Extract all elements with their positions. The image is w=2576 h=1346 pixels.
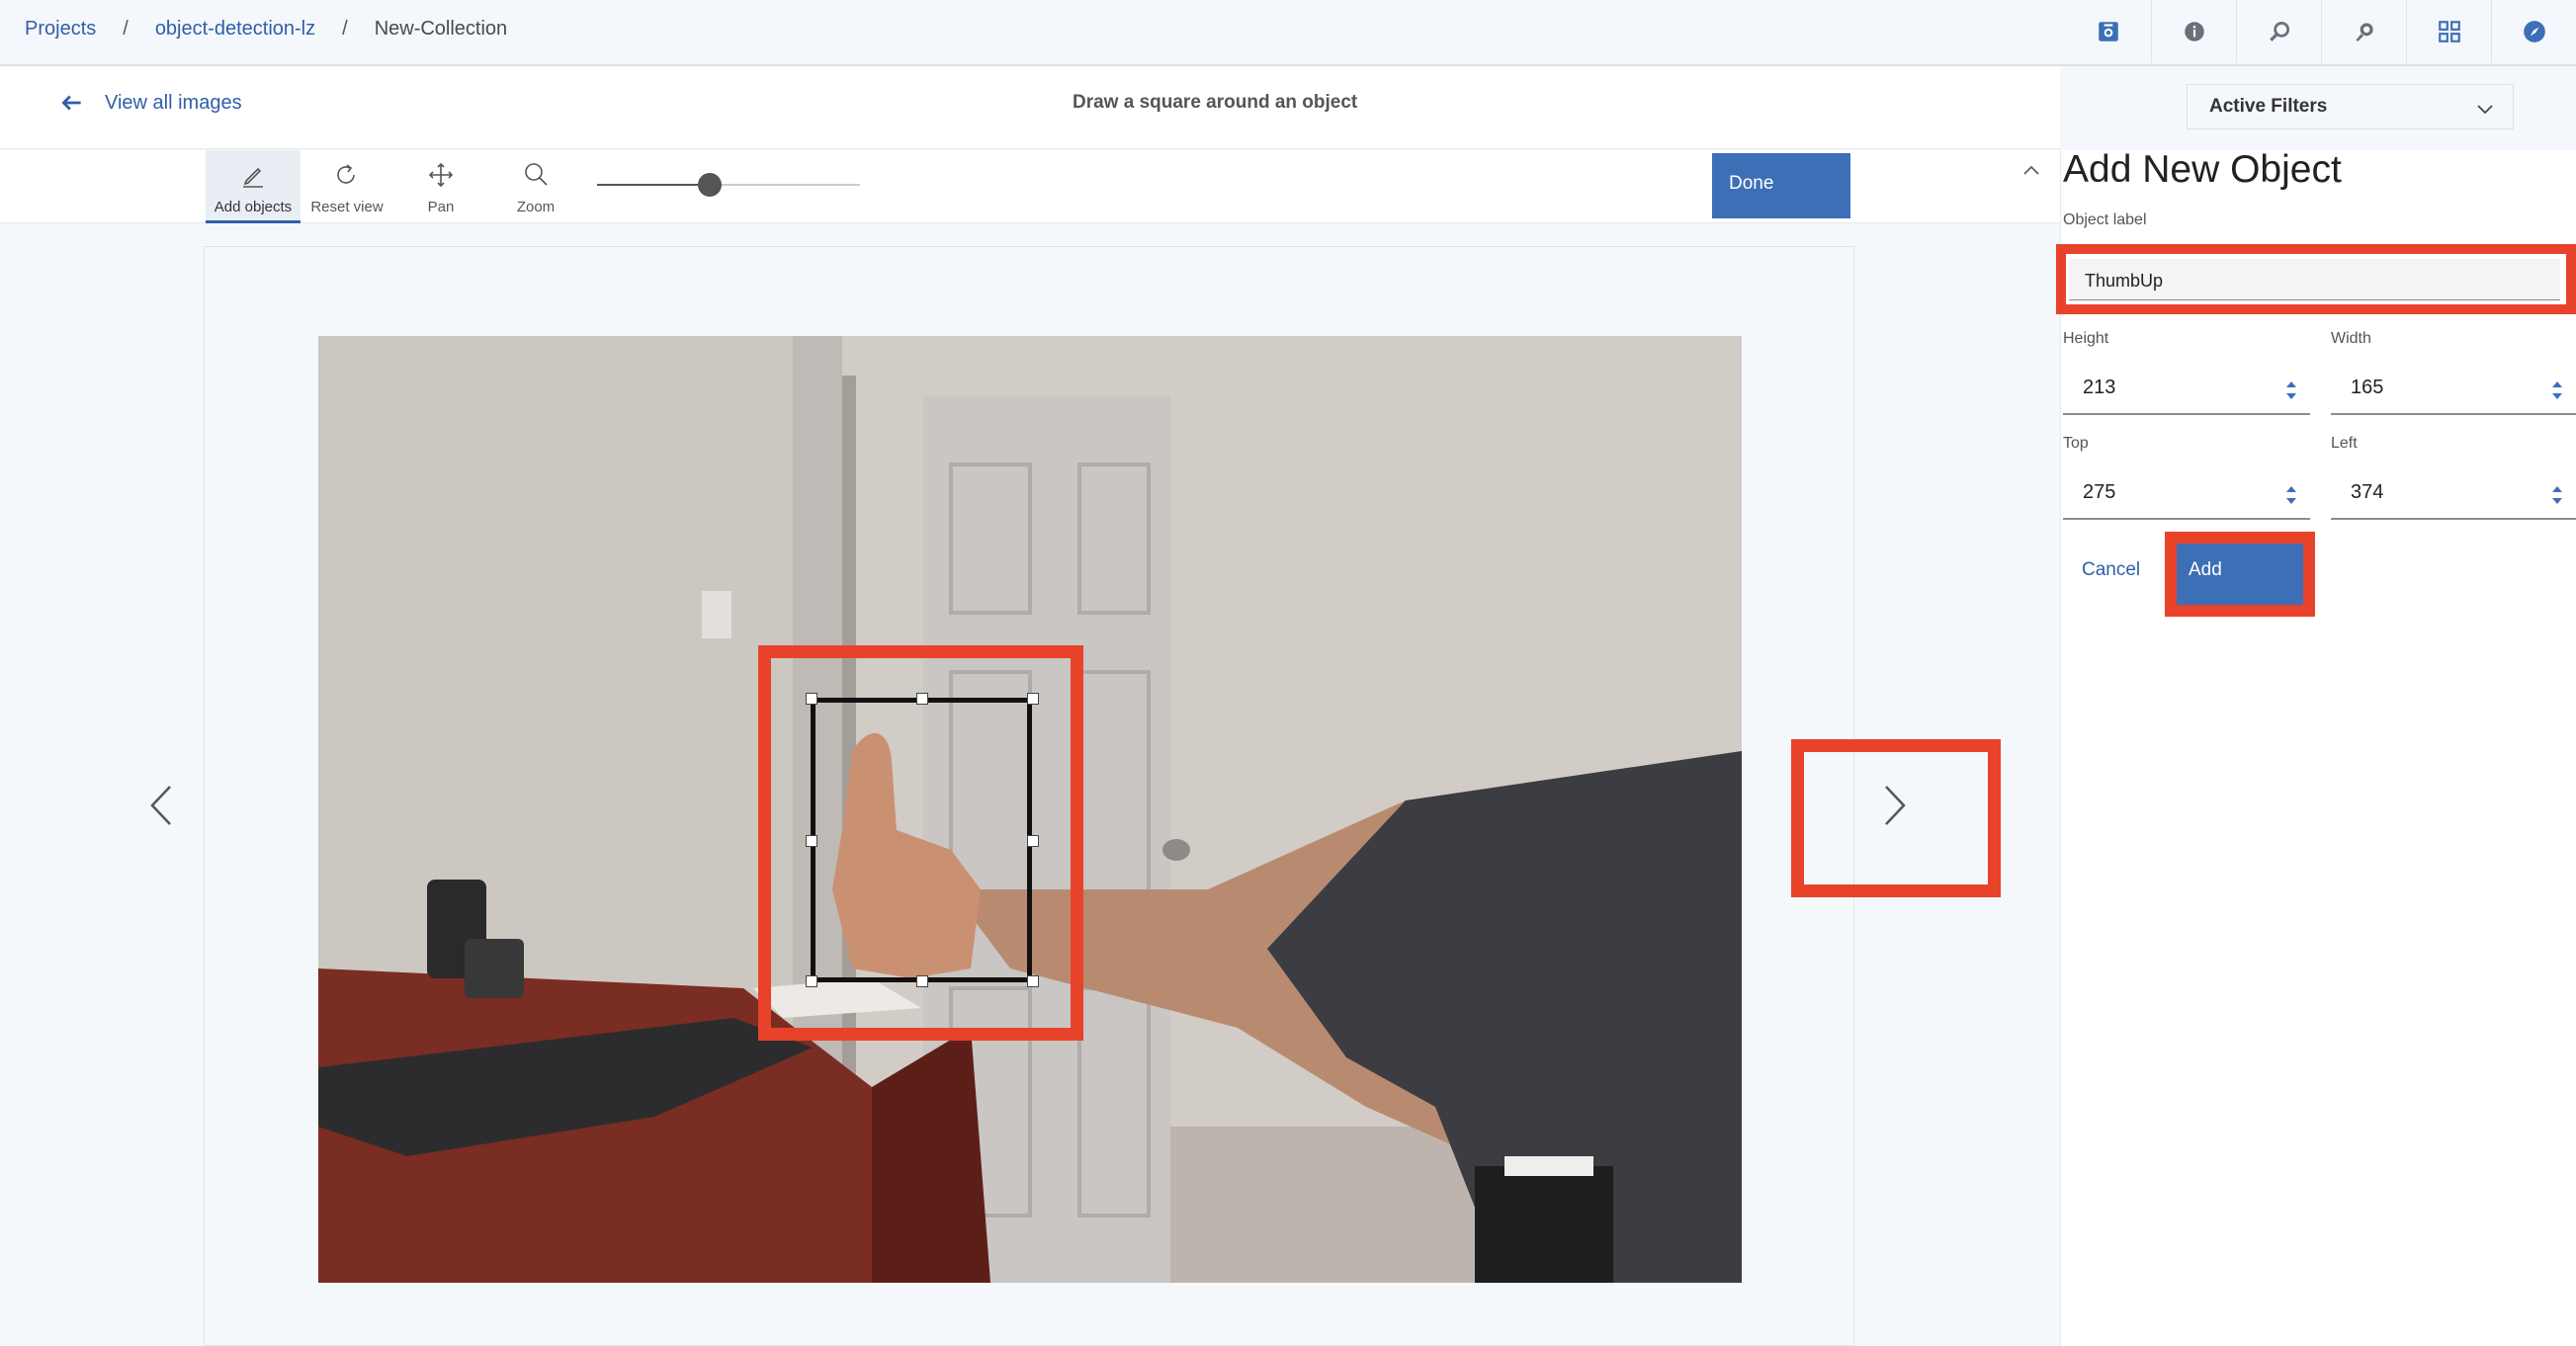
tool-add-objects[interactable]: Add objects [206, 150, 301, 223]
left-value: 374 [2351, 481, 2384, 503]
ideas-icon[interactable] [2321, 0, 2406, 63]
stepper-arrows-icon[interactable] [2550, 379, 2564, 401]
width-label: Width [2331, 330, 2371, 347]
top-value: 275 [2083, 481, 2116, 503]
zoom-slider-fill [597, 184, 711, 186]
left-label: Left [2331, 435, 2358, 452]
move-icon [428, 162, 454, 188]
compass-icon[interactable] [2491, 0, 2576, 63]
tool-reset-view[interactable]: Reset view [300, 150, 394, 223]
height-value: 213 [2083, 377, 2116, 398]
breadcrumb-collection: New-Collection [374, 18, 508, 40]
object-label-input[interactable]: ThumbUp [2069, 259, 2560, 300]
resize-handle-top-left[interactable] [806, 693, 817, 705]
next-image-icon[interactable] [1880, 783, 1910, 828]
left-field[interactable]: 374 [2331, 464, 2576, 520]
top-label: Top [2063, 435, 2089, 452]
resize-handle-right[interactable] [1027, 835, 1039, 847]
search-icon[interactable] [2236, 0, 2321, 63]
info-icon[interactable] [2151, 0, 2236, 63]
stepper-arrows-icon[interactable] [2284, 484, 2298, 506]
chevron-down-icon [2477, 105, 2493, 115]
tool-label: Reset view [310, 199, 384, 215]
resize-handle-bottom[interactable] [916, 975, 928, 987]
resize-handle-top[interactable] [916, 693, 928, 705]
add-button[interactable]: Add [2177, 544, 2303, 605]
tool-pan[interactable]: Pan [393, 150, 488, 223]
breadcrumb-project[interactable]: object-detection-lz [155, 18, 315, 41]
active-filters-label: Active Filters [2209, 96, 2328, 117]
camera-icon[interactable] [2066, 0, 2151, 63]
stepper-arrows-icon[interactable] [2550, 484, 2564, 506]
resize-handle-left[interactable] [806, 835, 817, 847]
breadcrumb-separator: / [123, 18, 129, 40]
tool-label: Zoom [516, 199, 556, 215]
width-field[interactable]: 165 [2331, 360, 2576, 415]
header-icons [2066, 0, 2576, 63]
tool-label: Add objects [214, 199, 293, 215]
reset-icon [337, 164, 355, 184]
bounding-box[interactable] [811, 698, 1032, 982]
view-all-images-label: View all images [105, 91, 242, 114]
object-label-caption: Object label [2063, 211, 2147, 228]
tool-zoom[interactable]: Zoom [488, 150, 583, 223]
active-filters-dropdown[interactable]: Active Filters [2187, 84, 2514, 129]
breadcrumb: Projects / object-detection-lz / New-Col… [25, 18, 507, 41]
width-value: 165 [2351, 377, 2384, 398]
zoom-icon [525, 163, 548, 186]
done-button[interactable]: Done [1712, 153, 1850, 218]
pencil-icon [243, 167, 263, 188]
add-object-panel [2060, 150, 2576, 1346]
view-all-images-link[interactable]: View all images [59, 90, 242, 116]
top-field[interactable]: 275 [2063, 464, 2310, 520]
apps-grid-icon[interactable] [2406, 0, 2491, 63]
height-label: Height [2063, 330, 2109, 347]
panel-title: Add New Object [2063, 148, 2342, 191]
chevron-up-icon[interactable] [2018, 158, 2044, 184]
resize-handle-bottom-left[interactable] [806, 975, 817, 987]
arrow-left-icon [61, 95, 81, 111]
top-header: Projects / object-detection-lz / New-Col… [0, 0, 2576, 66]
sub-header: View all images Draw a square around an … [0, 66, 2060, 149]
cancel-button[interactable]: Cancel [2082, 559, 2140, 581]
instruction-text: Draw a square around an object [1073, 92, 1358, 113]
height-field[interactable]: 213 [2063, 360, 2310, 415]
resize-handle-top-right[interactable] [1027, 693, 1039, 705]
breadcrumb-projects[interactable]: Projects [25, 18, 96, 41]
stepper-arrows-icon[interactable] [2284, 379, 2298, 401]
breadcrumb-separator: / [342, 18, 348, 40]
previous-image-icon[interactable] [146, 783, 176, 828]
tool-label: Pan [427, 199, 455, 215]
resize-handle-bottom-right[interactable] [1027, 975, 1039, 987]
